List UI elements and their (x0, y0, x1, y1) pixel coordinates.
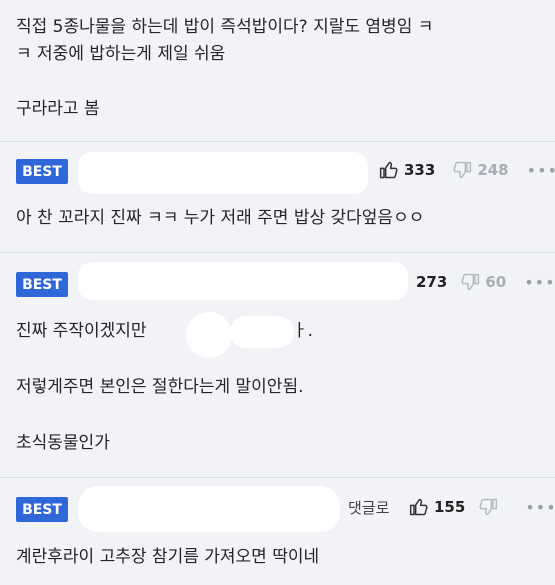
post-text-line-2: ㅋ 저중에 밥하는게 제일 쉬움 (16, 44, 226, 64)
comment-text-line: 진짜 주작이겠지만 (16, 321, 147, 341)
redacted-author (78, 486, 340, 532)
best-badge: BEST (16, 159, 68, 184)
comment-text-line: 초식동물인가 (16, 433, 110, 453)
comment-text-fragment: ㅏ. (292, 321, 314, 341)
more-dots-icon[interactable]: ••• (524, 273, 555, 292)
post-text-line-3: 구라라고 봄 (16, 99, 100, 119)
thumbs-down-icon[interactable] (477, 496, 499, 518)
comment-text-line: 계란후라이 고추장 참기름 가져오면 딱이네 (16, 547, 320, 567)
separator (0, 141, 555, 142)
redacted-author (78, 262, 408, 300)
comment-text-line: 저렇게주면 본인은 절한다는게 말이안됨. (16, 377, 304, 397)
separator (0, 252, 555, 253)
comment-actions: 155 ••• (408, 496, 555, 518)
post-text-line-1: 직접 5종나물을 하는데 밥이 즉석밥이다? 지랄도 염병임 ㅋ (16, 17, 434, 37)
thumbs-down-icon[interactable] (451, 159, 473, 181)
redacted-text (230, 316, 294, 348)
comment-list: 직접 5종나물을 하는데 밥이 즉석밥이다? 지랄도 염병임 ㅋ ㅋ 저중에 밥… (0, 0, 555, 585)
dislike-count: 60 (485, 273, 507, 291)
thumbs-down-icon[interactable] (459, 271, 481, 293)
comment-actions: 333 248 ••• (378, 159, 555, 181)
reply-link[interactable]: 댓글로 (348, 497, 389, 518)
like-count: 155 (434, 498, 466, 516)
thumbs-up-icon[interactable] (408, 496, 430, 518)
more-dots-icon[interactable]: ••• (527, 161, 555, 180)
best-badge: BEST (16, 497, 68, 522)
best-badge: BEST (16, 272, 68, 297)
dislike-count: 248 (477, 161, 509, 179)
thumbs-up-icon[interactable] (378, 159, 400, 181)
redacted-author (78, 152, 368, 194)
comment-actions: 273 60 ••• (416, 271, 555, 293)
like-count: 273 (416, 273, 448, 291)
redacted-text (186, 312, 232, 358)
like-count: 333 (404, 161, 436, 179)
more-dots-icon[interactable]: ••• (525, 498, 555, 517)
comment-text-line: 아 찬 꼬라지 진짜 ㅋㅋ 누가 저래 주면 밥상 갖다엎음ㅇㅇ (16, 208, 425, 228)
separator (0, 477, 555, 478)
